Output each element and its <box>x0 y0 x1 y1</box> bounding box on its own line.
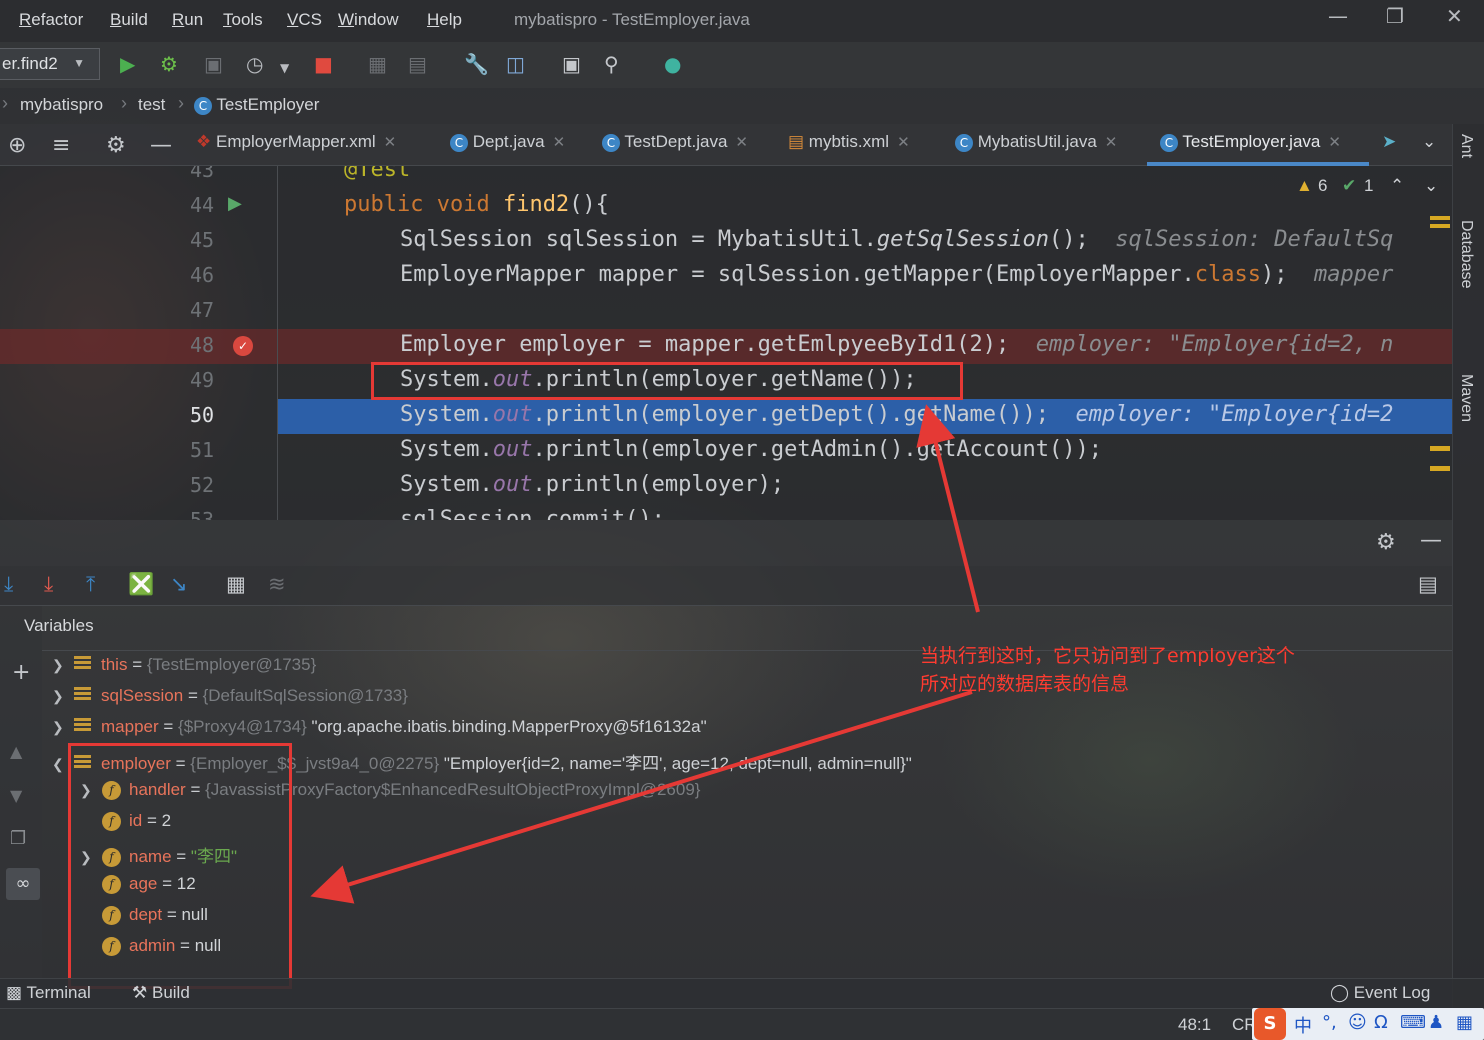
voice-icon[interactable]: Ω <box>1374 1012 1388 1033</box>
build-label: Build <box>151 983 190 1002</box>
chinese-mode-icon[interactable]: 中 <box>1294 1012 1312 1038</box>
annotation-arrows <box>310 404 980 904</box>
emoji-icon[interactable]: ☺ <box>1348 1012 1367 1033</box>
grid-icon[interactable]: ▦ <box>1456 1012 1473 1033</box>
arrow-to-fields <box>310 690 973 904</box>
bottom-tool-bar: ▩ Terminal ⚒ Build ◯ Event Log <box>0 978 1484 1008</box>
ime-toolbar: S 中 °, ☺ Ω ⌨ ♟ ▦ <box>1252 1008 1484 1040</box>
keyboard-icon[interactable]: ⌨ <box>1400 1012 1426 1033</box>
punctuation-icon[interactable]: °, <box>1322 1012 1337 1033</box>
terminal-label: Terminal <box>26 983 91 1002</box>
arrow-to-code <box>916 404 980 613</box>
terminal-icon: ▩ <box>6 983 23 1002</box>
build-tool-button[interactable]: ⚒ Build <box>132 983 190 1003</box>
caret-position[interactable]: 48:1 <box>1178 1015 1211 1035</box>
event-log-button[interactable]: ◯ Event Log <box>1330 983 1430 1003</box>
hammer-icon: ⚒ <box>132 983 148 1002</box>
event-log-label: Event Log <box>1353 983 1431 1002</box>
event-log-icon: ◯ <box>1330 983 1350 1002</box>
user-icon[interactable]: ♟ <box>1428 1012 1444 1033</box>
annotation-text: 当执行到这时，它只访问到了employer这个 所对应的数据库表的信息 <box>920 642 1340 698</box>
annotation-line-2: 所对应的数据库表的信息 <box>920 673 1130 695</box>
annotation-line-1: 当执行到这时，它只访问到了employer这个 <box>920 645 1295 667</box>
terminal-tool-button[interactable]: ▩ Terminal <box>6 983 91 1003</box>
sogou-logo-icon[interactable]: S <box>1254 1008 1286 1040</box>
